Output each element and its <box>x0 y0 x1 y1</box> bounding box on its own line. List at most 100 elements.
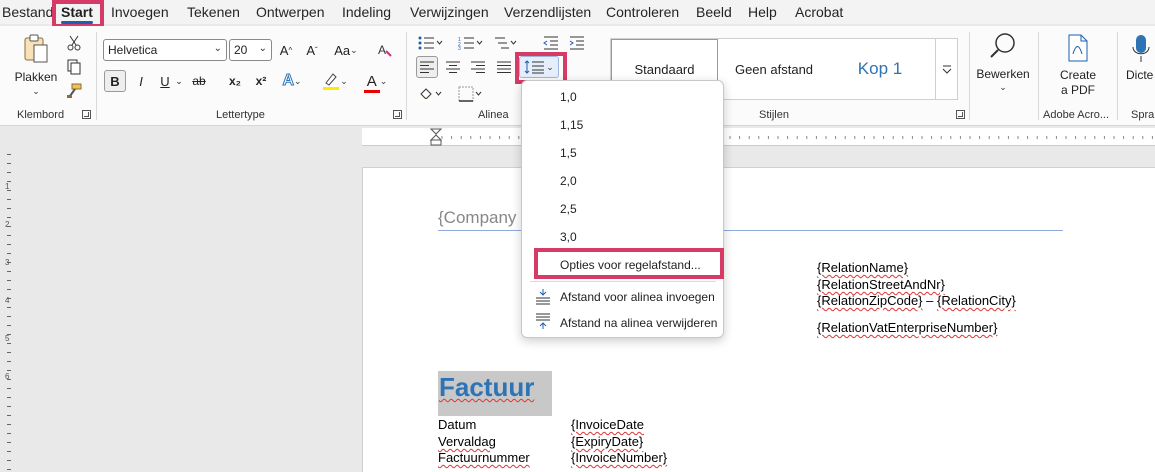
line-spacing-option-1-0[interactable]: 1,0 <box>522 85 723 109</box>
decrease-indent-icon[interactable] <box>542 34 560 52</box>
gallery-more-icon <box>942 65 951 74</box>
row-value-date: {InvoiceDate <box>571 417 644 432</box>
document-page[interactable]: {Company {RelationName} {RelationStreetA… <box>362 167 1155 472</box>
ruler-tick <box>7 424 11 425</box>
create-pdf-button[interactable]: Create a PDF <box>1048 34 1108 106</box>
pdf-icon <box>1068 34 1088 62</box>
group-label-acrobat: Adobe Acro... <box>1043 109 1110 121</box>
editing-button[interactable]: Bewerken ⌄ <box>975 32 1031 104</box>
ruler-ticks <box>441 136 1153 139</box>
change-case-label: Aa <box>334 42 351 58</box>
ruler-number: 2 <box>5 220 10 229</box>
font-launcher-icon[interactable] <box>393 110 402 119</box>
format-painter-icon[interactable] <box>65 82 83 100</box>
styles-launcher-icon[interactable] <box>956 110 965 119</box>
style-geen-afstand[interactable]: Geen afstand <box>718 39 830 99</box>
line-spacing-option-1-15[interactable]: 1,15 <box>522 113 723 137</box>
font-name-select[interactable]: Helvetica ⌄ <box>103 39 227 61</box>
paste-chevron-icon[interactable]: ⌄ <box>14 86 58 97</box>
styles-more-button[interactable] <box>935 39 957 99</box>
ruler-tick <box>7 271 11 272</box>
superscript-button[interactable]: x² <box>250 70 272 92</box>
line-spacing-option-1-5[interactable]: 1,5 <box>522 141 723 165</box>
line-spacing-option-2-5[interactable]: 2,5 <box>522 197 723 221</box>
font-size-select[interactable]: 20 ⌄ <box>229 39 272 61</box>
font-color-swatch <box>363 89 380 93</box>
dictate-button[interactable]: Dicte <box>1122 34 1155 106</box>
editing-label: Bewerken <box>976 67 1030 81</box>
relation-name: {RelationName} <box>817 260 909 275</box>
chevron-down-icon: ⌄ <box>546 61 554 72</box>
remove-space-after-item[interactable]: Afstand na alinea verwijderen <box>522 311 723 335</box>
text-effects-icon: A <box>282 72 295 90</box>
menu-ontwerpen[interactable]: Ontwerpen <box>256 4 324 20</box>
font-color-label: A <box>366 72 377 90</box>
ruler-tick <box>7 154 11 155</box>
font-name-value: Helvetica <box>108 43 158 57</box>
menu-beeld[interactable]: Beeld <box>696 4 732 20</box>
menu-acrobat[interactable]: Acrobat <box>795 4 843 20</box>
align-center-icon[interactable] <box>443 56 463 78</box>
group-divider <box>96 32 97 120</box>
ruler-number: 6 <box>5 372 10 381</box>
italic-button[interactable]: I <box>132 70 150 92</box>
clear-formatting-icon[interactable]: A <box>375 40 395 60</box>
relation-street: {RelationStreetAndNr} <box>817 277 945 292</box>
menu-verwijzingen[interactable]: Verwijzingen <box>410 4 489 20</box>
borders-icon[interactable] <box>456 84 486 104</box>
line-spacing-option-3-0[interactable]: 3,0 <box>522 225 723 249</box>
ruler-tick <box>7 370 11 371</box>
menu-verzendlijsten[interactable]: Verzendlijsten <box>504 4 591 20</box>
vertical-ruler[interactable]: 1 2 3 4 5 6 <box>0 146 18 472</box>
font-size-value: 20 <box>234 43 248 57</box>
group-label-paragraph: Alinea <box>478 109 509 121</box>
menu-help[interactable]: Help <box>748 4 777 20</box>
shading-icon[interactable] <box>416 84 446 104</box>
ruler-tick <box>7 397 11 398</box>
cut-icon[interactable] <box>65 34 83 52</box>
horizontal-ruler[interactable] <box>362 128 1155 146</box>
line-spacing-button[interactable]: ⌄ <box>519 56 559 78</box>
ruler-tick <box>7 415 11 416</box>
font-color-button[interactable]: A ⌄ <box>360 70 394 93</box>
subscript-button[interactable]: x₂ <box>224 70 246 92</box>
highlight-color-button[interactable]: ⌄ <box>318 70 352 92</box>
bullets-icon[interactable] <box>416 34 446 52</box>
clipboard-launcher-icon[interactable] <box>82 110 91 119</box>
menu-tekenen[interactable]: Tekenen <box>187 4 240 20</box>
group-divider <box>1117 32 1118 120</box>
menu-invoegen[interactable]: Invoegen <box>111 4 169 20</box>
menu-bestand[interactable]: Bestand <box>2 4 53 20</box>
justify-icon[interactable] <box>494 56 514 78</box>
ruler-tick <box>7 406 11 407</box>
copy-icon[interactable] <box>65 58 83 76</box>
relation-dash: – <box>926 293 934 308</box>
multilevel-list-icon[interactable] <box>492 34 518 52</box>
text-effects-button[interactable]: A ⌄ <box>278 70 306 92</box>
shrink-font-button[interactable]: Aˇ <box>303 40 321 60</box>
line-spacing-option-2-0[interactable]: 2,0 <box>522 169 723 193</box>
grow-font-button[interactable]: A ^ <box>277 40 295 60</box>
underline-chevron-icon[interactable]: ⌄ <box>174 70 184 92</box>
highlighter-icon <box>323 73 340 90</box>
align-left-button[interactable] <box>416 56 438 78</box>
numbering-icon[interactable]: 123 <box>456 34 486 52</box>
menu-controleren[interactable]: Controleren <box>606 4 679 20</box>
group-divider <box>406 32 407 120</box>
style-kop-1[interactable]: Kop 1 <box>830 39 930 99</box>
paste-button[interactable]: Plakken ⌄ <box>14 34 58 96</box>
create-pdf-label-line1: Create <box>1059 68 1097 82</box>
ruler-tick <box>7 469 11 470</box>
relation-address-line: {RelationZipCode} – {RelationCity} <box>817 293 1016 308</box>
strikethrough-button[interactable]: ab <box>188 70 210 92</box>
bold-button[interactable]: B <box>104 70 126 92</box>
ruler-tick <box>7 433 11 434</box>
menu-start[interactable]: Start <box>61 4 93 24</box>
increase-indent-icon[interactable] <box>568 34 586 52</box>
add-space-before-item[interactable]: Afstand voor alinea invoegen <box>522 285 723 309</box>
line-spacing-options-item[interactable]: Opties voor regelafstand... <box>522 253 723 277</box>
change-case-button[interactable]: Aa ⌄ <box>331 40 361 60</box>
underline-button[interactable]: U <box>156 70 174 92</box>
menu-indeling[interactable]: Indeling <box>342 4 391 20</box>
align-right-icon[interactable] <box>468 56 488 78</box>
